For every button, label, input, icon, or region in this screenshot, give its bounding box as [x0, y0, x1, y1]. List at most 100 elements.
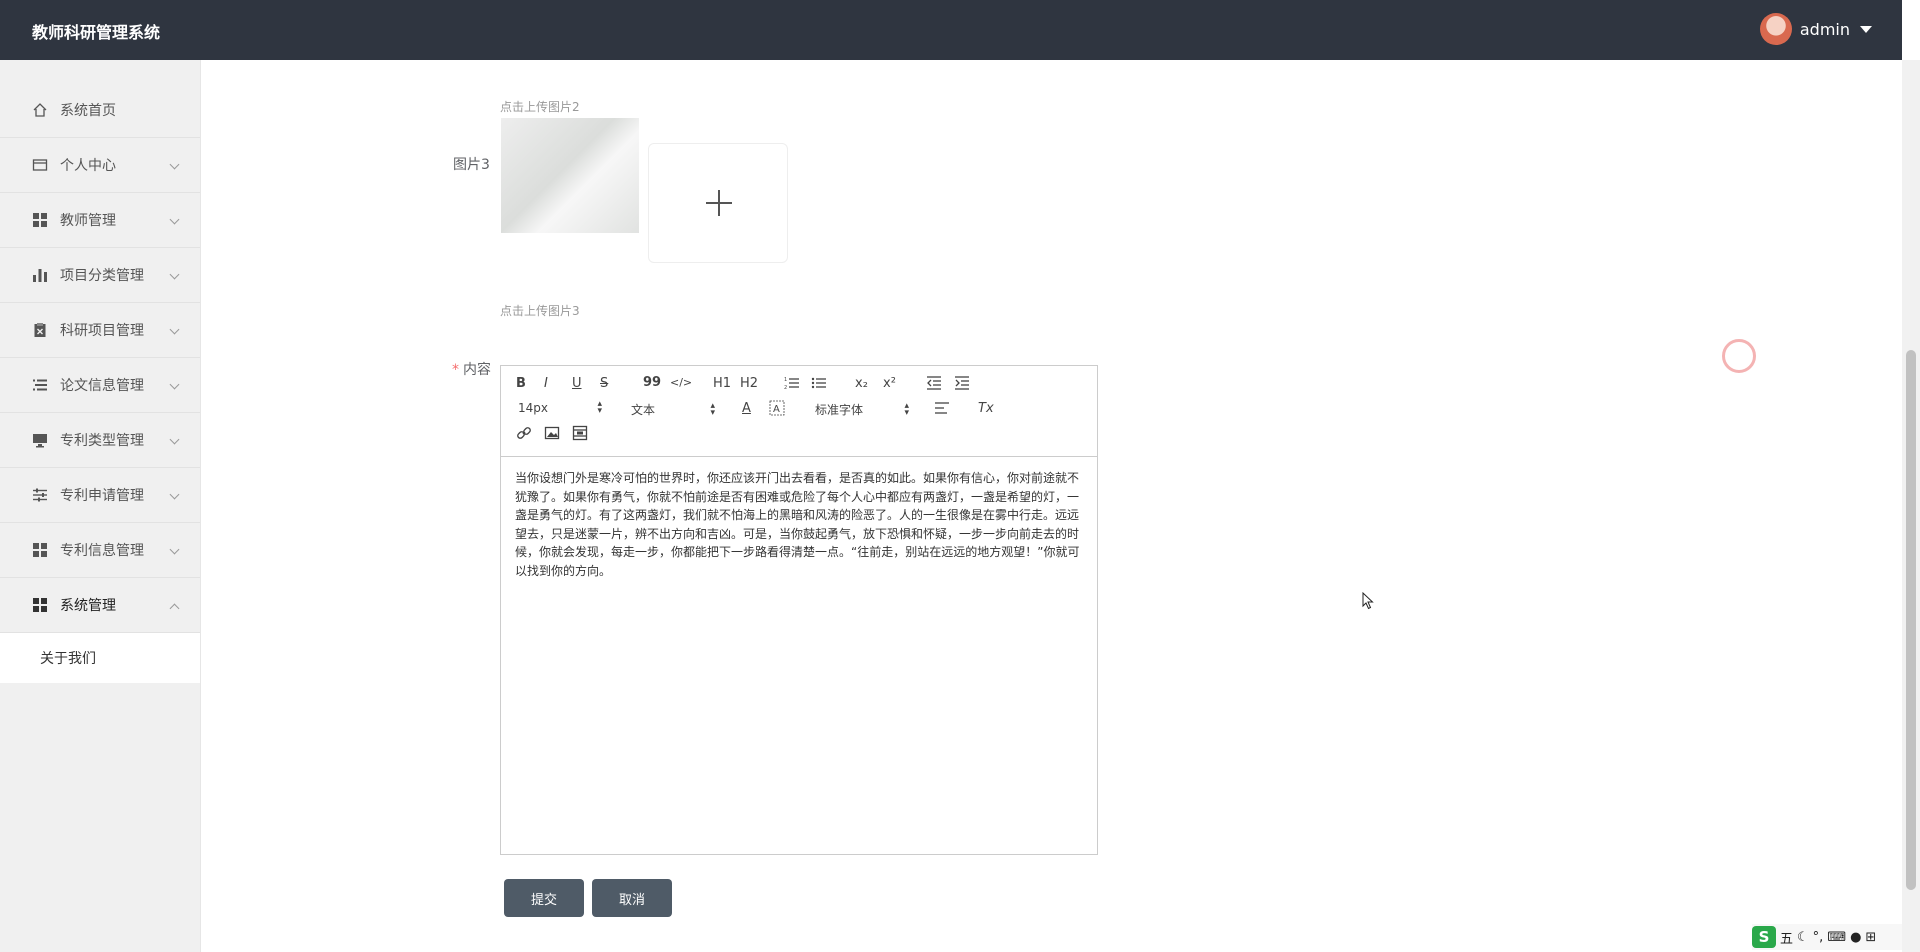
- sidebar-item-teachers[interactable]: 教师管理: [0, 193, 200, 248]
- chevron-down-icon: [169, 324, 180, 335]
- sidebar-item-label: 专利信息管理: [60, 543, 144, 559]
- caret-down-icon[interactable]: [1860, 25, 1872, 33]
- grid-icon: [32, 542, 48, 558]
- punctuation-icon[interactable]: °,: [1813, 930, 1824, 945]
- cancel-button[interactable]: 取消: [592, 879, 672, 917]
- sidebar-item-papers[interactable]: 论文信息管理: [0, 358, 200, 413]
- sidebar-item-research-projects[interactable]: 科研项目管理: [0, 303, 200, 358]
- bullet-list-icon[interactable]: [811, 375, 827, 395]
- content-label: * 内容: [452, 359, 491, 379]
- sidebar-item-system[interactable]: 系统管理: [0, 578, 200, 633]
- moon-icon[interactable]: ☾: [1797, 930, 1809, 945]
- app-title: 教师科研管理系统: [32, 23, 161, 42]
- chevron-up-icon: [169, 603, 180, 614]
- font-size-select[interactable]: 14px ▴ ▾: [518, 399, 602, 416]
- subscript-button[interactable]: x₂: [855, 376, 868, 391]
- sidebar-item-label: 项目分类管理: [60, 268, 144, 284]
- font-size-value: 14px: [518, 401, 548, 415]
- clipboard-icon: [32, 322, 48, 338]
- select-arrows-icon: ▴ ▾: [904, 400, 909, 418]
- select-arrows-icon: ▴ ▾: [710, 400, 715, 418]
- grid-icon[interactable]: ⊞: [1865, 930, 1876, 945]
- svg-text:1: 1: [784, 377, 787, 383]
- sidebar-item-label: 专利类型管理: [60, 433, 144, 449]
- sidebar-item-patent-info[interactable]: 专利信息管理: [0, 523, 200, 578]
- content-label-text: 内容: [463, 362, 491, 378]
- align-left-icon[interactable]: [934, 400, 950, 420]
- monitor-icon: [32, 432, 48, 448]
- background-color-icon[interactable]: A: [769, 400, 785, 420]
- strike-button[interactable]: S: [600, 376, 608, 391]
- chevron-down-icon: [169, 214, 180, 225]
- keyboard-icon[interactable]: ⌨: [1827, 930, 1846, 945]
- bar-chart-icon: [32, 267, 48, 283]
- uploaded-image-thumbnail[interactable]: [501, 118, 639, 233]
- upload-hint-image2: 点击上传图片2: [500, 100, 580, 114]
- submit-button[interactable]: 提交: [504, 879, 584, 917]
- sidebar-item-home[interactable]: 系统首页: [0, 83, 200, 138]
- blockquote-button[interactable]: 99: [643, 375, 661, 390]
- superscript-button[interactable]: x²: [883, 376, 896, 391]
- video-icon[interactable]: [572, 425, 588, 445]
- format-value: 文本: [631, 403, 656, 417]
- user-name[interactable]: admin: [1800, 20, 1850, 39]
- sidebar-item-project-categories[interactable]: 项目分类管理: [0, 248, 200, 303]
- italic-button[interactable]: I: [544, 376, 548, 391]
- rich-text-editor: B I U S 99 </> H1 H2 12 x₂ x² 14px ▴ ▾ 文本…: [500, 365, 1098, 855]
- submenu-item-label: 关于我们: [40, 651, 96, 667]
- sidebar-item-label: 教师管理: [60, 213, 116, 229]
- outdent-icon[interactable]: [926, 375, 942, 395]
- svg-text:2: 2: [784, 385, 787, 391]
- sidebar-item-label: 科研项目管理: [60, 323, 144, 339]
- sidebar-item-patent-applications[interactable]: 专利申请管理: [0, 468, 200, 523]
- heading2-button[interactable]: H2: [740, 376, 758, 391]
- ime-toolbar[interactable]: S 五 ☾ °, ⌨ ● ⊞: [1752, 924, 1902, 950]
- ordered-list-icon[interactable]: 12: [784, 375, 800, 395]
- sidebar-item-label: 专利申请管理: [60, 488, 144, 504]
- font-family-select[interactable]: 标准字体 ▴ ▾: [815, 401, 909, 418]
- chevron-down-icon: [169, 379, 180, 390]
- sliders-icon: [32, 487, 48, 503]
- top-header: 教师科研管理系统 admin: [0, 0, 1902, 60]
- ime-mode[interactable]: 五: [1780, 928, 1793, 947]
- chevron-down-icon: [169, 159, 180, 170]
- page-scrollbar[interactable]: [1902, 60, 1920, 952]
- avatar[interactable]: [1759, 13, 1792, 45]
- scrollbar-thumb[interactable]: [1906, 350, 1916, 890]
- user-menu[interactable]: admin: [1759, 13, 1872, 45]
- clear-format-button[interactable]: Tx: [978, 401, 994, 416]
- chevron-down-icon: [169, 269, 180, 280]
- ime-logo-icon: S: [1752, 926, 1776, 948]
- format-select[interactable]: 文本 ▴ ▾: [631, 401, 715, 418]
- required-mark: *: [452, 362, 459, 378]
- chevron-down-icon: [169, 489, 180, 500]
- heading1-button[interactable]: H1: [713, 376, 731, 391]
- sidebar: 系统首页 个人中心 教师管理 项目分类管理 科研项目管理 论文信息管理 专利类型…: [0, 60, 201, 952]
- user-icon[interactable]: ●: [1850, 930, 1861, 945]
- loading-circle-indicator: [1722, 339, 1756, 373]
- image-icon[interactable]: [544, 425, 560, 445]
- list-icon: [32, 377, 48, 393]
- bold-button[interactable]: B: [516, 376, 526, 391]
- sidebar-item-patent-types[interactable]: 专利类型管理: [0, 413, 200, 468]
- card-icon: [32, 157, 48, 173]
- font-family-value: 标准字体: [815, 403, 864, 417]
- underline-button[interactable]: U: [572, 376, 582, 391]
- sidebar-item-profile[interactable]: 个人中心: [0, 138, 200, 193]
- select-arrows-icon: ▴ ▾: [597, 399, 602, 416]
- home-icon: [32, 102, 48, 118]
- indent-icon[interactable]: [954, 375, 970, 395]
- editor-toolbar: B I U S 99 </> H1 H2 12 x₂ x² 14px ▴ ▾ 文本…: [501, 366, 1097, 457]
- submenu-item-about[interactable]: 关于我们: [0, 633, 200, 683]
- editor-content[interactable]: 当你设想门外是寒冷可怕的世界时，你还应该开门出去看看，是否真的如此。如果你有信心…: [501, 457, 1097, 580]
- grid-icon: [32, 212, 48, 228]
- font-color-button[interactable]: A: [742, 401, 751, 416]
- link-icon[interactable]: [516, 425, 532, 445]
- sidebar-item-label: 论文信息管理: [60, 378, 144, 394]
- svg-text:A: A: [773, 404, 780, 415]
- code-block-button[interactable]: </>: [670, 376, 692, 389]
- image3-label: 图片3: [453, 157, 490, 173]
- sidebar-item-label: 系统管理: [60, 598, 116, 614]
- grid-icon: [32, 597, 48, 613]
- image3-upload-button[interactable]: [648, 143, 788, 263]
